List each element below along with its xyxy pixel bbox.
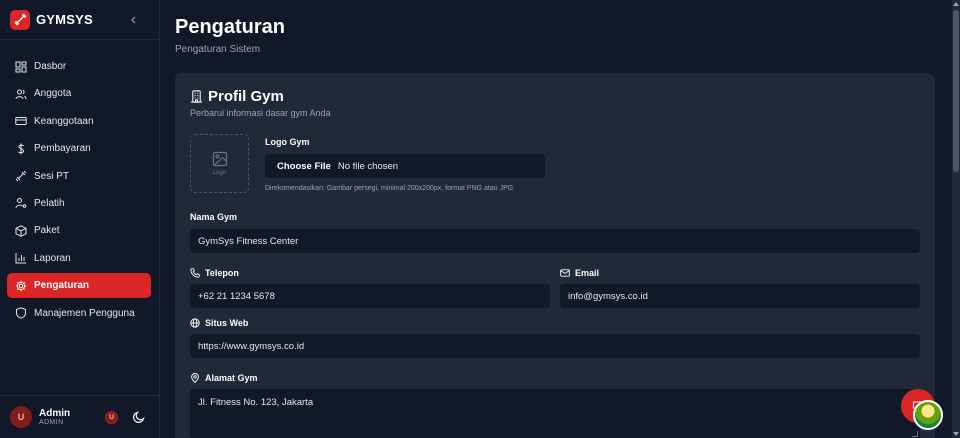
scrollbar-thumb[interactable]: [953, 10, 959, 172]
sidebar-item-label: Pembayaran: [34, 143, 91, 155]
brand-name: GYMSYS: [36, 12, 93, 27]
page-subtitle: Pengaturan Sistem: [175, 44, 261, 55]
user-role: ADMIN: [39, 418, 64, 426]
sidebar-item-label: Pengaturan: [34, 280, 90, 292]
user-name: Admin: [39, 407, 71, 419]
dollar-icon: [18, 143, 25, 155]
mail-icon: [560, 269, 570, 277]
address-label-text: Alamat Gym: [205, 373, 258, 383]
globe-icon: [190, 318, 200, 328]
website-label-text: Situs Web: [205, 318, 249, 328]
card-icon: [15, 117, 27, 126]
website-label: Situs Web: [190, 318, 248, 328]
map-pin-icon: [191, 373, 199, 383]
users-icon: [15, 89, 27, 100]
page-scrollbar[interactable]: [952, 0, 960, 438]
sidebar-item-label: Dasbor: [34, 61, 67, 72]
sidebar-nav: Dasbor Anggota Keanggotaan Pembayaran Se…: [0, 40, 159, 326]
sidebar-item-label: Anggota: [34, 88, 72, 100]
user-badge[interactable]: U: [105, 411, 118, 424]
gym-name-input[interactable]: GymSys Fitness Center: [190, 229, 920, 253]
address-textarea[interactable]: Jl. Fitness No. 123, Jakarta: [190, 389, 920, 438]
email-label-text: Email: [575, 268, 600, 278]
dumbbell-icon: [15, 170, 27, 182]
email-input[interactable]: info@gymsys.co.id: [560, 284, 920, 308]
sidebar-item-manajemen-pengguna[interactable]: Manajemen Pengguna: [7, 301, 151, 326]
sidebar-item-pelatih[interactable]: Pelatih: [7, 191, 151, 216]
logo-preview: Logo: [190, 134, 249, 193]
sidebar-item-label: Sesi PT: [34, 170, 70, 182]
sidebar-item-paket[interactable]: Paket: [7, 218, 151, 243]
logo-file-input[interactable]: Choose File No file chosen: [265, 154, 545, 178]
shield-icon: [16, 307, 26, 319]
page-title: Pengaturan: [175, 16, 286, 38]
scroll-up-arrow-icon[interactable]: [953, 2, 959, 6]
address-text: Jl. Fitness No. 123, Jakarta: [198, 397, 314, 408]
image-icon: [212, 151, 227, 167]
assistant-avatar[interactable]: [913, 400, 943, 430]
phone-label: Telepon: [190, 268, 239, 278]
chart-icon: [15, 253, 26, 264]
trainer-icon: [15, 198, 27, 209]
profile-card: Profil Gym Perbarui informasi dasar gym …: [175, 73, 935, 438]
logo-label: Logo Gym: [265, 137, 310, 147]
sidebar-item-pembayaran[interactable]: Pembayaran: [7, 136, 151, 161]
section-title: Profil Gym: [190, 88, 284, 105]
resize-handle[interactable]: [912, 431, 918, 437]
sidebar-item-pengaturan[interactable]: Pengaturan: [7, 273, 151, 299]
sidebar-item-label: Paket: [34, 225, 60, 237]
main-content: Pengaturan Pengaturan Sistem Profil Gym …: [160, 0, 952, 438]
sidebar-item-label: Pelatih: [34, 197, 65, 209]
user-panel: U Admin ADMIN U: [0, 395, 160, 438]
moon-icon: [133, 411, 145, 423]
scroll-down-arrow-icon[interactable]: [953, 432, 959, 436]
sidebar-item-label: Laporan: [34, 252, 71, 264]
file-hint: Direkomendasikan: Gambar persegi, minima…: [265, 185, 514, 192]
package-icon: [15, 225, 27, 237]
logo-placeholder-text: Logo: [212, 170, 227, 176]
choose-file-button[interactable]: Choose File: [265, 161, 331, 172]
sidebar-item-keanggotaan[interactable]: Keanggotaan: [7, 109, 151, 134]
section-title-text: Profil Gym: [208, 88, 284, 105]
sidebar-item-sesi-pt[interactable]: Sesi PT: [7, 164, 151, 189]
dumbbell-logo-icon: [10, 9, 30, 30]
brand: GYMSYS: [0, 0, 159, 40]
sidebar-item-anggota[interactable]: Anggota: [7, 81, 151, 106]
file-status: No file chosen: [337, 160, 399, 172]
avatar[interactable]: U: [10, 406, 32, 428]
section-subtitle: Perbarui informasi dasar gym Anda: [190, 108, 331, 118]
website-input[interactable]: https://www.gymsys.co.id: [190, 334, 920, 358]
address-label: Alamat Gym: [190, 373, 258, 383]
gym-name-label: Nama Gym: [190, 212, 237, 222]
sidebar-item-dasbor[interactable]: Dasbor: [7, 54, 151, 79]
gym-name-label-text: Nama Gym: [190, 212, 238, 222]
sidebar-item-label: Manajemen Pengguna: [34, 307, 135, 319]
phone-icon: [190, 268, 200, 278]
sidebar-item-label: Keanggotaan: [34, 115, 94, 127]
phone-input[interactable]: +62 21 1234 5678: [190, 284, 550, 308]
sidebar: GYMSYS Dasbor Anggota Keanggotaan Pembay…: [0, 0, 160, 438]
building-icon: [190, 90, 203, 103]
email-label: Email: [560, 268, 599, 278]
user-info: Admin ADMIN: [39, 408, 70, 427]
phone-label-text: Telepon: [205, 268, 239, 278]
dashboard-icon: [15, 61, 27, 72]
sidebar-item-laporan[interactable]: Laporan: [7, 246, 151, 271]
theme-toggle-button[interactable]: [132, 410, 146, 424]
gear-icon: [15, 280, 27, 291]
collapse-sidebar-button[interactable]: [127, 13, 141, 27]
chevron-left-icon: [131, 16, 136, 23]
